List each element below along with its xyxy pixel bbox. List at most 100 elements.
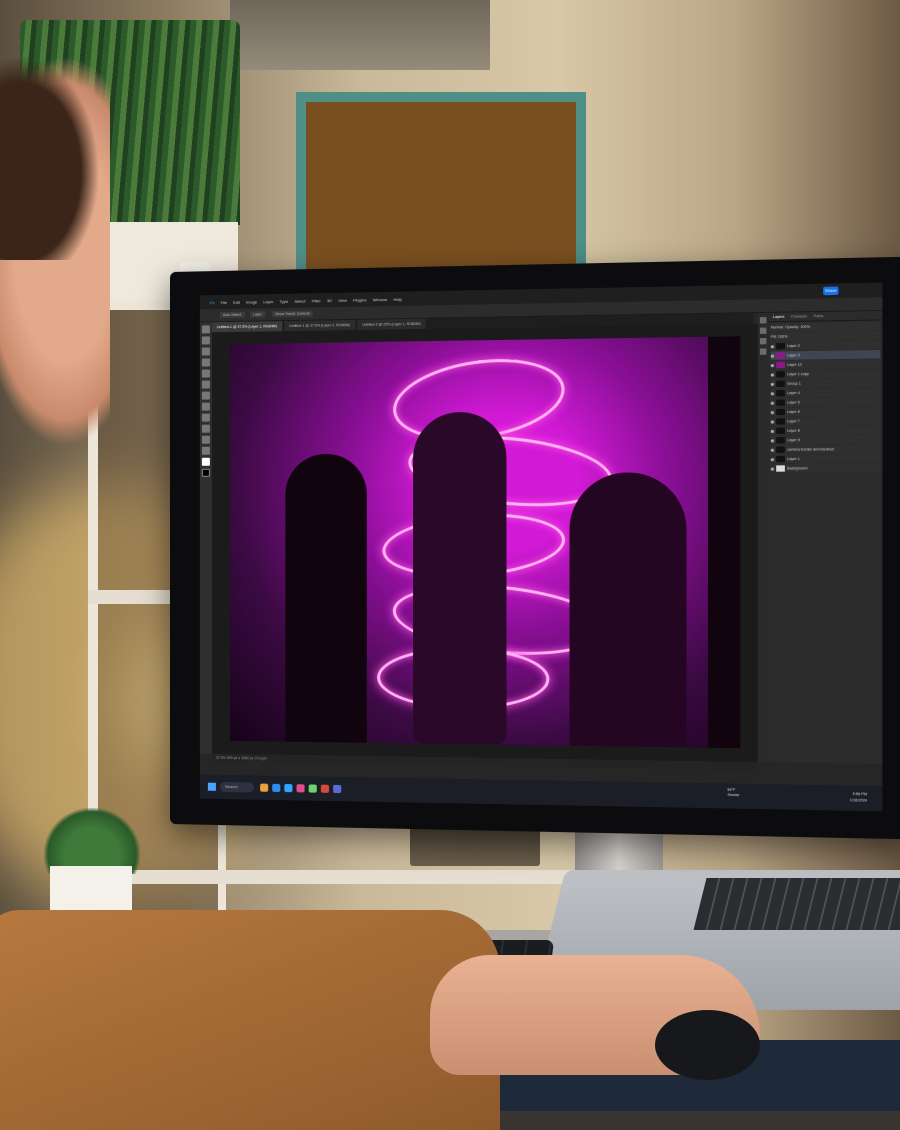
person-hair [0,40,110,260]
canvas-area[interactable] [211,323,758,763]
app-icon[interactable] [296,784,305,793]
layer-row[interactable]: Layer 7 [770,416,881,426]
history-icon[interactable] [759,317,767,324]
layer-name: Layer 9 [787,438,800,443]
menu-type[interactable]: Type [279,298,288,303]
layer-row[interactable]: Layer 12 [770,359,881,370]
crop-tool-icon[interactable] [201,358,210,367]
visibility-eye-icon[interactable] [770,410,775,414]
app-icon[interactable] [333,784,342,794]
menu-plugins[interactable]: Plugins [353,297,366,302]
menu-layer[interactable]: Layer [263,299,273,304]
ps-logo-icon[interactable]: Ps [210,300,215,305]
menu-3d[interactable]: 3D [327,297,332,302]
adjustments-icon[interactable] [759,338,767,345]
layer-row[interactable]: Layer 4 [770,387,881,398]
background-color-swatch[interactable] [201,468,210,477]
layer-dropdown[interactable]: Layer [250,311,265,318]
layer-row[interactable]: Layer 5 [770,397,881,407]
visibility-eye-icon[interactable] [770,344,775,348]
brush-tool-icon[interactable] [201,380,210,389]
libraries-icon[interactable] [759,348,767,355]
layer-row[interactable]: Layer 8 [770,425,881,436]
visibility-eye-icon[interactable] [770,372,775,377]
foreground-color-swatch[interactable] [201,457,210,466]
computer-mouse [655,1010,760,1080]
visibility-eye-icon[interactable] [770,401,775,405]
layer-row[interactable]: Layer 9 [770,435,881,445]
eraser-tool-icon[interactable] [201,391,210,400]
fill-field[interactable]: Fill: 100% [771,335,788,339]
start-icon[interactable] [207,782,216,791]
file-explorer-icon[interactable] [260,783,269,792]
menu-select[interactable]: Select [294,298,305,303]
tab-channels[interactable]: Channels [791,314,807,318]
move-tool-icon[interactable] [201,325,210,334]
visibility-eye-icon[interactable] [770,363,775,367]
marquee-tool-icon[interactable] [201,336,210,345]
app-icon[interactable] [320,784,330,793]
taskbar-clock[interactable]: 5:56 PM 1/16/2024 [850,791,867,804]
layer-row[interactable]: Layer 1 copy [770,368,881,379]
layer-name: Layer 7 [787,419,800,424]
windows-taskbar: Search 84°F Smoke 5:56 PM 1/16/2024 [199,774,883,812]
menu-help[interactable]: Help [393,296,401,301]
visibility-eye-icon[interactable] [770,457,775,461]
layer-row[interactable]: Layer 2 [770,340,881,351]
menu-window[interactable]: Window [373,296,388,301]
show-transform-toggle[interactable]: Show Transf. Controls [272,310,314,318]
eyedropper-tool-icon[interactable] [201,369,210,378]
clock-date: 1/16/2024 [849,798,868,803]
tab-paths[interactable]: Paths [814,314,824,318]
monitor: Ps File Edit Image Layer Type Select Fil… [170,256,900,840]
visibility-eye-icon[interactable] [770,419,775,424]
layer-row[interactable]: Layer 3 [770,349,881,360]
layer-name: Group 1 [787,381,801,386]
menu-file[interactable]: File [221,299,227,304]
properties-icon[interactable] [759,327,767,334]
visibility-eye-icon[interactable] [770,391,775,395]
visibility-eye-icon[interactable] [770,438,775,442]
visibility-eye-icon[interactable] [770,466,775,471]
visibility-eye-icon[interactable] [770,448,775,452]
edge-figure [708,336,741,749]
layer-name: Layer 12 [787,362,802,367]
app-icon[interactable] [308,784,317,793]
layers-panel: Layers Channels Paths Normal Opacity: 10… [768,310,883,764]
zoom-tool-icon[interactable] [201,446,210,455]
menu-image[interactable]: Image [246,299,257,304]
layer-row[interactable]: camera border and backout [770,444,881,454]
taskbar-search[interactable]: Search [219,781,255,793]
ceiling-beam [230,0,490,70]
layer-thumbnail [776,408,785,416]
layer-row[interactable]: Layer 6 [770,406,881,417]
weather-widget[interactable]: 84°F Smoke [727,788,739,799]
photoshop-icon[interactable] [284,784,293,793]
visibility-eye-icon[interactable] [770,429,775,433]
person-sweater [0,910,500,1130]
tools-panel [199,322,212,754]
type-tool-icon[interactable] [201,424,210,433]
tab-layers[interactable]: Layers [773,315,784,319]
menu-filter[interactable]: Filter [312,298,321,303]
layer-thumbnail [776,427,785,435]
share-button[interactable]: Share [823,286,839,296]
layer-thumbnail [776,455,785,463]
auto-select-label[interactable]: Auto-Select: [219,311,246,319]
pen-tool-icon[interactable] [201,413,210,422]
layer-row[interactable]: Group 1 [770,378,881,389]
edge-icon[interactable] [272,783,281,793]
visibility-eye-icon[interactable] [770,354,775,358]
opacity-field[interactable]: Opacity: 100% [785,325,810,330]
visibility-eye-icon[interactable] [770,382,775,386]
panel-dock [757,312,769,763]
menu-view[interactable]: View [338,297,347,302]
layer-thumbnail [776,465,785,472]
layer-row[interactable]: Layer 1 [770,454,881,464]
layer-row[interactable]: Background [770,463,881,473]
hand-tool-icon[interactable] [201,435,210,444]
menu-edit[interactable]: Edit [233,299,240,304]
lasso-tool-icon[interactable] [201,347,210,356]
blend-mode-select[interactable]: Normal [771,325,783,329]
gradient-tool-icon[interactable] [201,402,210,411]
